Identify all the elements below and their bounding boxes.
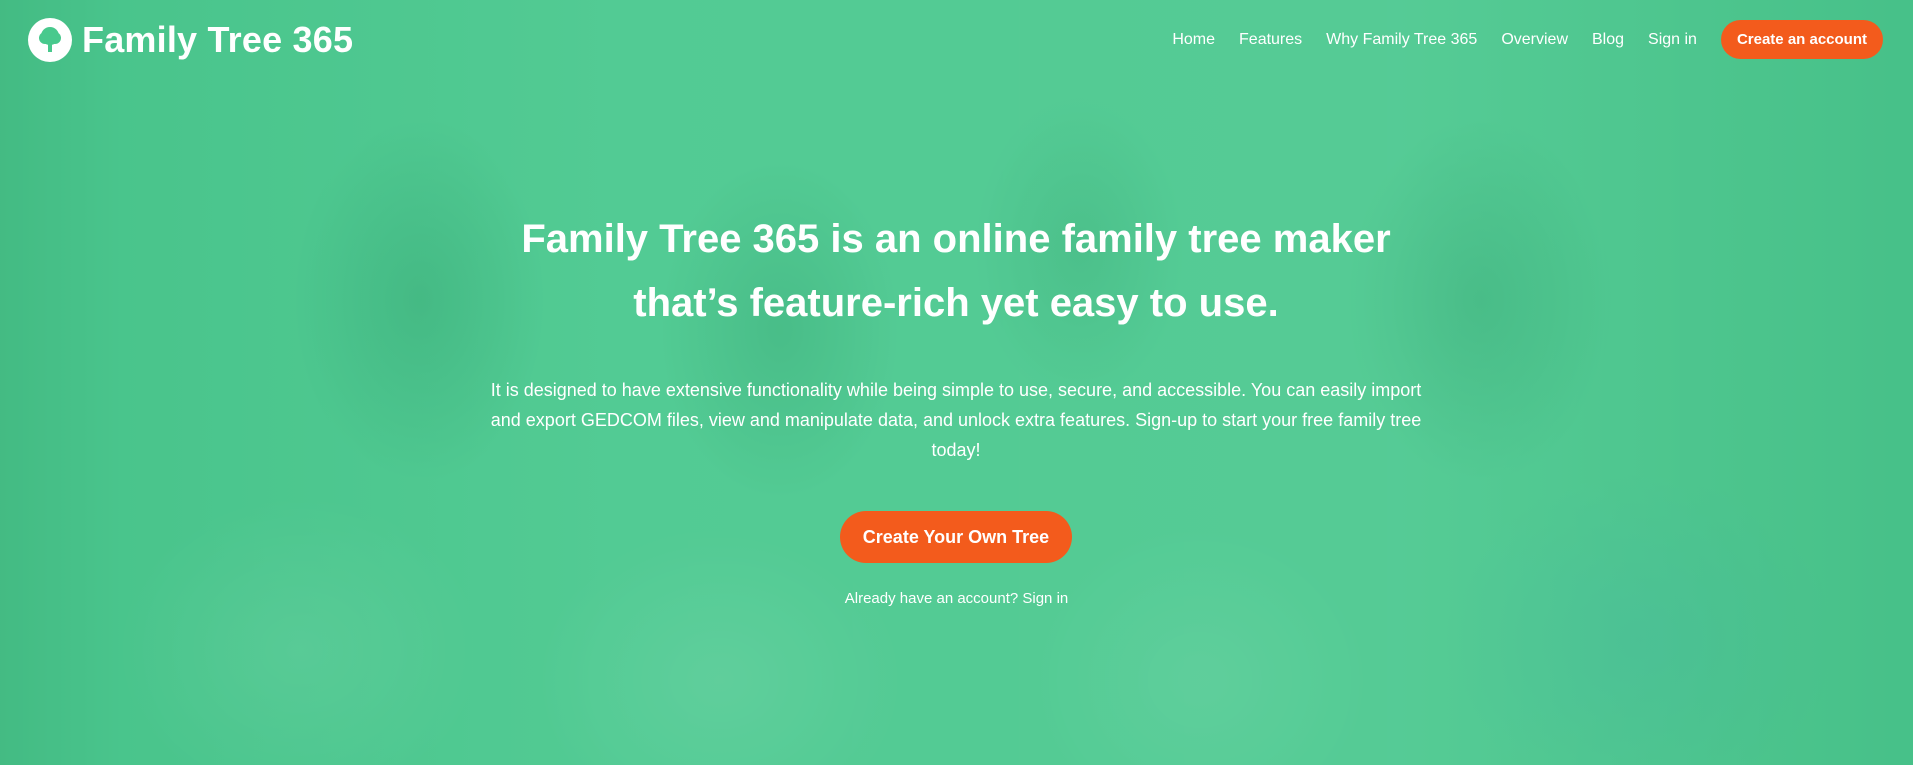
logo-link[interactable]: Family Tree 365 — [28, 18, 353, 62]
nav-blog[interactable]: Blog — [1592, 31, 1624, 49]
main-nav: Home Features Why Family Tree 365 Overvi… — [1172, 20, 1883, 59]
tree-icon — [28, 18, 72, 62]
signin-prompt-text: Already have an account? — [844, 590, 1019, 607]
create-your-own-tree-button[interactable]: Create Your Own Tree — [840, 511, 1072, 563]
signin-link[interactable]: Sign in — [1022, 590, 1068, 607]
create-account-button[interactable]: Create an account — [1720, 20, 1883, 59]
logo-text: Family Tree 365 — [82, 19, 354, 60]
nav-features[interactable]: Features — [1239, 31, 1302, 49]
nav-why-family-tree-365[interactable]: Why Family Tree 365 — [1326, 31, 1477, 49]
hero-description: It is designed to have extensive functio… — [490, 380, 1422, 460]
nav-overview[interactable]: Overview — [1501, 31, 1568, 49]
headline-line-2: that’s feature-rich yet easy to use. — [633, 281, 1279, 325]
headline-line-1: Family Tree 365 is an online family tree… — [521, 217, 1391, 261]
nav-home[interactable]: Home — [1172, 31, 1215, 49]
nav-sign-in[interactable]: Sign in — [1648, 31, 1697, 49]
hero-headline: Family Tree 365 is an online family tree… — [456, 207, 1456, 335]
site-header: Family Tree 365 Home Features Why Family… — [0, 0, 1913, 80]
hero-section: Family Tree 365 Home Features Why Family… — [0, 0, 1913, 765]
signin-prompt: Already have an account? Sign in — [0, 590, 1913, 607]
